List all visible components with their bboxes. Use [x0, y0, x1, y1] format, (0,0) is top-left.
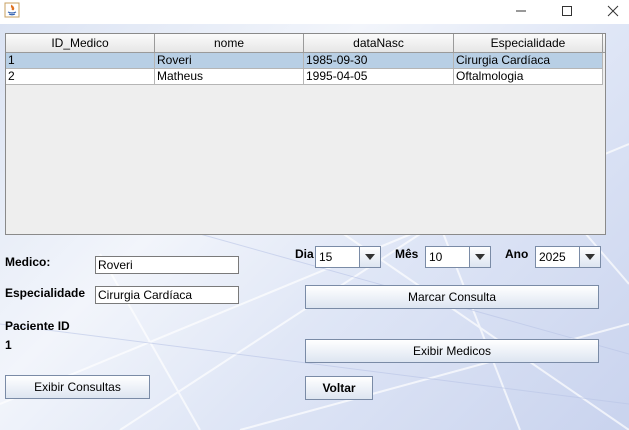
maximize-button[interactable] — [544, 0, 590, 22]
mes-label: Mês — [395, 247, 419, 261]
main-panel: ID_Medico nome dataNasc Especialidade 1 … — [0, 24, 629, 430]
table-cell: 1995-04-05 — [304, 69, 454, 85]
especialidade-label: Especialidade — [5, 286, 86, 300]
ano-label: Ano — [505, 247, 529, 261]
column-header-id-medico[interactable]: ID_Medico — [6, 34, 155, 52]
minimize-button[interactable] — [498, 0, 544, 22]
paciente-id-value: 1 — [5, 338, 12, 352]
table-cell: 2 — [6, 69, 155, 85]
chevron-down-icon[interactable] — [579, 247, 600, 267]
chevron-down-icon[interactable] — [469, 247, 490, 267]
column-header-nome[interactable]: nome — [155, 34, 304, 52]
medico-field[interactable]: Roveri — [95, 256, 239, 274]
dia-value: 15 — [319, 250, 333, 264]
voltar-button[interactable]: Voltar — [305, 376, 373, 400]
exibir-medicos-button[interactable]: Exibir Medicos — [305, 339, 599, 363]
especialidade-field[interactable]: Cirurgia Cardíaca — [95, 286, 239, 304]
table-header: ID_Medico nome dataNasc Especialidade — [6, 34, 605, 53]
marcar-consulta-button[interactable]: Marcar Consulta — [305, 285, 599, 309]
close-button[interactable] — [590, 0, 629, 22]
chevron-down-icon[interactable] — [359, 247, 380, 267]
java-app-icon — [4, 2, 20, 18]
mes-value: 10 — [429, 250, 443, 264]
table-cell: Oftalmologia — [454, 69, 603, 85]
table-cell: 1 — [6, 53, 155, 69]
maximize-icon — [562, 6, 572, 16]
table-cell: Matheus — [155, 69, 304, 85]
close-icon — [607, 5, 619, 17]
paciente-id-label: Paciente ID — [5, 319, 70, 333]
table-cell: Roveri — [155, 53, 304, 69]
dia-label: Dia — [295, 247, 314, 261]
dia-select[interactable]: 15 — [315, 246, 381, 268]
column-header-especialidade[interactable]: Especialidade — [454, 34, 603, 52]
medicos-table[interactable]: ID_Medico nome dataNasc Especialidade 1 … — [5, 33, 606, 235]
ano-value: 2025 — [539, 250, 566, 264]
title-bar — [0, 0, 629, 24]
table-cell: 1985-09-30 — [304, 53, 454, 69]
minimize-icon — [516, 10, 526, 12]
column-header-datanasc[interactable]: dataNasc — [304, 34, 454, 52]
table-row[interactable]: 1 Roveri 1985-09-30 Cirurgia Cardíaca — [6, 53, 605, 69]
exibir-consultas-button[interactable]: Exibir Consultas — [5, 375, 150, 399]
table-cell: Cirurgia Cardíaca — [454, 53, 603, 69]
ano-select[interactable]: 2025 — [535, 246, 601, 268]
table-row[interactable]: 2 Matheus 1995-04-05 Oftalmologia — [6, 69, 605, 85]
medico-label: Medico: — [5, 255, 51, 269]
mes-select[interactable]: 10 — [425, 246, 491, 268]
